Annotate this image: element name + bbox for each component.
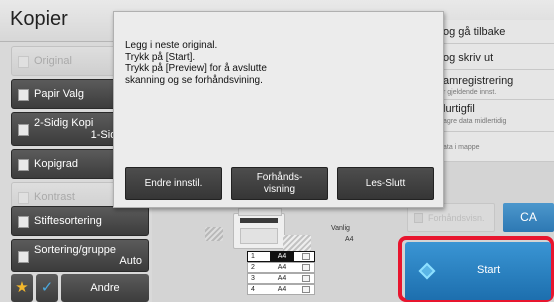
duplex-icon	[18, 124, 29, 136]
quick-file-sub: agre data midlertidig	[443, 118, 507, 125]
copier-screen: Kopier Original Papir Valg 2-Sidig Kopi …	[0, 0, 554, 302]
scan-next-dialog: Legg i neste original. Trykk på [Start].…	[113, 11, 444, 208]
quick-file-label: lurtigfil	[443, 103, 475, 115]
sortering-gruppe-button[interactable]: Sortering/gruppe Auto	[11, 239, 149, 272]
tray-number: 4	[251, 286, 255, 293]
kopigrad-label: Kopigrad	[34, 158, 79, 170]
copier-body	[240, 228, 278, 244]
tray-indicator	[302, 253, 310, 260]
preview-button-line1: Forhånds-	[256, 172, 303, 183]
sortering-gruppe-label: Sortering/gruppe	[34, 244, 116, 256]
print-action-label: og skriv ut	[443, 52, 494, 64]
tray-number: 2	[251, 264, 255, 271]
check-icon: ✓	[40, 279, 54, 296]
tray-size: A4	[270, 252, 294, 261]
machine-preview: Vanlig A4 1 A4 2 A4 3 A4 4 A4	[155, 195, 425, 302]
preview-button[interactable]: Forhånds- visning	[231, 167, 328, 200]
copier-machine-icon	[233, 208, 285, 249]
program-register-sub: r gjeldende innst.	[443, 89, 497, 96]
start-diamond-icon	[418, 262, 436, 280]
dialog-message: Legg i neste original. Trykk på [Start].…	[125, 40, 267, 86]
original-label: Original	[34, 55, 72, 67]
tray-4[interactable]: 4 A4	[247, 284, 315, 295]
original-icon	[18, 56, 29, 68]
start-label: Start	[477, 264, 501, 276]
print-action-button[interactable]: og skriv ut	[427, 44, 554, 70]
paper-type-label: Vanlig	[331, 225, 350, 232]
tray-size: A4	[277, 264, 287, 271]
favorites-button[interactable]: ★	[11, 274, 33, 302]
sort-group-icon	[18, 251, 29, 263]
check-settings-button[interactable]: ✓	[36, 274, 58, 302]
folder-store-button[interactable]: ata i mappe	[427, 132, 554, 162]
tray-number: 3	[251, 275, 255, 282]
program-register-button[interactable]: amregistrering r gjeldende innst.	[427, 70, 554, 100]
tray-number: 1	[251, 253, 255, 260]
folder-store-sub: ata i mappe	[443, 144, 480, 151]
tray-size: A4	[277, 275, 287, 282]
paper-icon	[18, 89, 29, 101]
star-icon: ★	[15, 279, 29, 296]
bottom-toolbar: ★ ✓ Andre	[11, 274, 149, 302]
kontrast-label: Kontrast	[34, 191, 75, 203]
program-register-label: amregistrering	[443, 75, 514, 87]
paper-trays: 1 A4 2 A4 3 A4 4 A4	[247, 251, 315, 301]
paper-size-label: A4	[345, 236, 354, 243]
tray-3[interactable]: 3 A4	[247, 273, 315, 284]
copier-lid	[240, 218, 278, 223]
back-action-label: og gå tilbake	[443, 26, 506, 38]
papir-valg-label: Papir Valg	[34, 88, 84, 100]
tray-indicator	[302, 264, 310, 271]
quick-file-button[interactable]: lurtigfil agre data midlertidig	[427, 100, 554, 132]
start-button[interactable]: Start	[405, 242, 551, 300]
read-end-button[interactable]: Les-Slutt	[337, 167, 434, 200]
sortering-value: Auto	[119, 255, 142, 267]
tray-indicator	[302, 286, 310, 293]
contrast-icon	[18, 192, 29, 204]
preview-icon	[414, 213, 423, 223]
back-action-button[interactable]: og gå tilbake	[427, 20, 554, 44]
stiftesortering-label: Stiftesortering	[34, 215, 102, 227]
paper-type-info: Vanlig A4	[331, 223, 354, 245]
staple-sort-icon	[18, 216, 29, 228]
output-tray-icon	[283, 235, 311, 251]
original-feed-icon	[205, 227, 223, 241]
preview-disabled-label: Forhåndsvisn.	[428, 213, 485, 223]
tray-indicator	[302, 275, 310, 282]
app-title: Kopier	[10, 8, 68, 30]
stiftesortering-button[interactable]: Stiftesortering	[11, 206, 149, 236]
preview-button-line2: visning	[263, 184, 296, 195]
exposure-icon	[18, 159, 29, 171]
tray-size: A4	[277, 286, 287, 293]
andre-button[interactable]: Andre	[61, 274, 149, 302]
ca-button[interactable]: CA	[503, 203, 554, 232]
duplex-label: 2-Sidig Kopi	[34, 117, 94, 129]
change-settings-button[interactable]: Endre innstil.	[125, 167, 222, 200]
tray-1[interactable]: 1 A4	[247, 251, 315, 262]
tray-2[interactable]: 2 A4	[247, 262, 315, 273]
